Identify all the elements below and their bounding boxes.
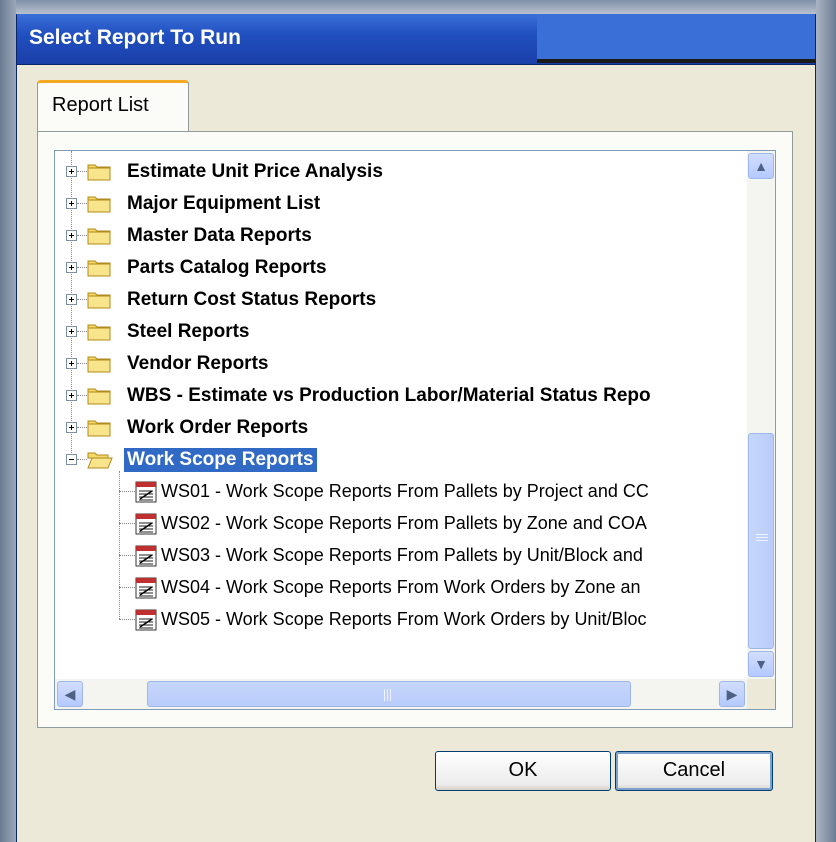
grip-line bbox=[390, 689, 391, 701]
tree-folder-row[interactable]: Return Cost Status Reports bbox=[55, 285, 747, 317]
vertical-scrollbar[interactable]: ▲ ▼ bbox=[747, 151, 775, 679]
window-title: Select Report To Run bbox=[29, 26, 241, 49]
tab-report-list[interactable]: Report List bbox=[37, 80, 189, 132]
grip-line bbox=[387, 689, 388, 701]
expand-icon[interactable] bbox=[66, 390, 77, 401]
tree-connector bbox=[119, 523, 135, 524]
tree-connector bbox=[77, 171, 87, 172]
expand-icon[interactable] bbox=[66, 294, 77, 305]
report-tree[interactable]: Estimate Unit Price Analysis Major Equipm… bbox=[54, 150, 776, 710]
tree-report-label: WS05 - Work Scope Reports From Work Orde… bbox=[161, 609, 647, 629]
folder-icon bbox=[87, 450, 113, 469]
tree-report-label: WS03 - Work Scope Reports From Pallets b… bbox=[161, 545, 643, 565]
tree-report-row[interactable]: WS01 - Work Scope Reports From Pallets b… bbox=[55, 477, 747, 509]
tree-folder-label: Work Scope Reports bbox=[124, 448, 317, 472]
scroll-up-button[interactable]: ▲ bbox=[748, 153, 774, 179]
tree-connector bbox=[119, 587, 135, 588]
tree-folder-label: Steel Reports bbox=[127, 321, 250, 342]
folder-icon bbox=[87, 354, 111, 373]
tab-panel: Estimate Unit Price Analysis Major Equipm… bbox=[37, 131, 793, 728]
folder-icon bbox=[87, 418, 111, 437]
tree-folder-label: Vendor Reports bbox=[127, 353, 269, 374]
tree-connector bbox=[77, 203, 87, 204]
tree-folder-row[interactable]: Work Order Reports bbox=[55, 413, 747, 445]
tree-connector bbox=[77, 331, 87, 332]
folder-icon bbox=[87, 162, 111, 181]
tree-rows: Estimate Unit Price Analysis Major Equipm… bbox=[55, 151, 747, 679]
expand-icon[interactable] bbox=[66, 262, 77, 273]
title-bar[interactable]: Select Report To Run bbox=[17, 14, 815, 65]
collapse-icon[interactable] bbox=[66, 454, 77, 465]
tree-report-row[interactable]: WS04 - Work Scope Reports From Work Orde… bbox=[55, 573, 747, 605]
tree-folder-row[interactable]: Steel Reports bbox=[55, 317, 747, 349]
scrollbar-corner bbox=[747, 679, 775, 709]
tree-folder-label: Parts Catalog Reports bbox=[127, 257, 327, 278]
report-icon bbox=[135, 577, 157, 599]
tree-connector bbox=[77, 363, 87, 364]
tree-report-label: WS04 - Work Scope Reports From Work Orde… bbox=[161, 577, 641, 597]
tree-connector bbox=[77, 299, 87, 300]
folder-icon bbox=[87, 194, 111, 213]
tree-folder-label: Estimate Unit Price Analysis bbox=[127, 161, 383, 182]
folder-icon bbox=[87, 386, 111, 405]
tree-report-label: WS02 - Work Scope Reports From Pallets b… bbox=[161, 513, 647, 533]
tree-connector bbox=[77, 459, 87, 460]
tree-report-row[interactable]: WS03 - Work Scope Reports From Pallets b… bbox=[55, 541, 747, 573]
report-icon bbox=[135, 545, 157, 567]
scroll-right-button[interactable]: ▶ bbox=[719, 681, 745, 707]
vertical-scroll-thumb[interactable] bbox=[748, 433, 774, 649]
grip-line bbox=[756, 534, 768, 535]
report-icon bbox=[135, 609, 157, 631]
folder-icon bbox=[87, 226, 111, 245]
title-bar-overlay bbox=[537, 14, 815, 63]
folder-icon bbox=[87, 258, 111, 277]
expand-icon[interactable] bbox=[66, 358, 77, 369]
tree-folder-row[interactable]: Parts Catalog Reports bbox=[55, 253, 747, 285]
tree-folder-label: Major Equipment List bbox=[127, 193, 321, 214]
expand-icon[interactable] bbox=[66, 326, 77, 337]
expand-icon[interactable] bbox=[66, 230, 77, 241]
backdrop bbox=[0, 0, 836, 14]
horizontal-scroll-thumb[interactable] bbox=[147, 681, 631, 707]
tree-report-row[interactable]: WS02 - Work Scope Reports From Pallets b… bbox=[55, 509, 747, 541]
tree-folder-row[interactable]: Work Scope Reports bbox=[55, 445, 747, 477]
tree-folder-label: Return Cost Status Reports bbox=[127, 289, 377, 310]
select-report-dialog: Select Report To Run Report List Estimat… bbox=[16, 14, 816, 842]
tree-folder-row[interactable]: Major Equipment List bbox=[55, 189, 747, 221]
folder-icon bbox=[87, 322, 111, 341]
tree-report-label: WS01 - Work Scope Reports From Pallets b… bbox=[161, 481, 649, 501]
tree-folder-row[interactable]: Master Data Reports bbox=[55, 221, 747, 253]
tree-connector bbox=[77, 427, 87, 428]
grip-line bbox=[756, 540, 768, 541]
backdrop-right bbox=[816, 0, 836, 842]
folder-icon bbox=[87, 290, 111, 309]
tree-folder-label: Work Order Reports bbox=[127, 417, 309, 438]
tree-connector bbox=[77, 235, 87, 236]
grip-line bbox=[756, 537, 768, 538]
tree-folder-label: Master Data Reports bbox=[127, 225, 312, 246]
backdrop-left bbox=[0, 0, 16, 842]
tree-folder-label: WBS - Estimate vs Production Labor/Mater… bbox=[127, 385, 651, 406]
tree-connector bbox=[77, 267, 87, 268]
tree-connector bbox=[77, 395, 87, 396]
expand-icon[interactable] bbox=[66, 166, 77, 177]
expand-icon[interactable] bbox=[66, 422, 77, 433]
grip-line bbox=[384, 689, 385, 701]
ok-button[interactable]: OK bbox=[435, 751, 611, 791]
report-icon bbox=[135, 481, 157, 503]
tree-report-row[interactable]: WS05 - Work Scope Reports From Work Orde… bbox=[55, 605, 747, 637]
tree-folder-row[interactable]: Estimate Unit Price Analysis bbox=[55, 157, 747, 189]
tree-folder-row[interactable]: Vendor Reports bbox=[55, 349, 747, 381]
tree-connector bbox=[119, 555, 135, 556]
tree-folder-row[interactable]: WBS - Estimate vs Production Labor/Mater… bbox=[55, 381, 747, 413]
tree-connector bbox=[119, 491, 135, 492]
scroll-left-button[interactable]: ◀ bbox=[57, 681, 83, 707]
scroll-down-button[interactable]: ▼ bbox=[748, 651, 774, 677]
tree-connector bbox=[119, 619, 135, 620]
expand-icon[interactable] bbox=[66, 198, 77, 209]
report-icon bbox=[135, 513, 157, 535]
horizontal-scrollbar[interactable]: ◀ ▶ bbox=[55, 679, 747, 709]
cancel-button[interactable]: Cancel bbox=[615, 751, 773, 791]
